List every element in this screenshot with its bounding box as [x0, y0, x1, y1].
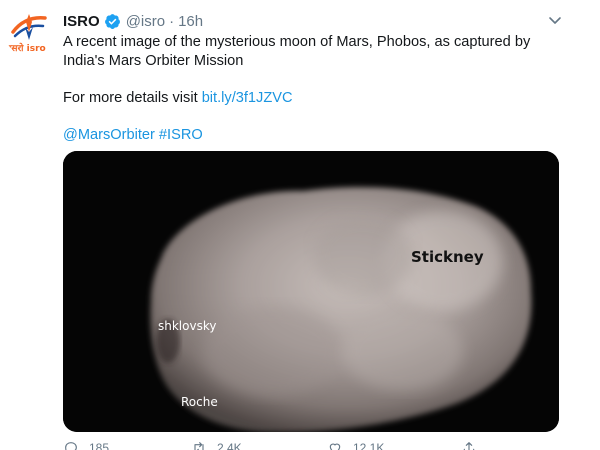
retweet-button[interactable]: 2.4K [191, 440, 242, 450]
logo-text: इसरो isro [6, 42, 46, 54]
avatar[interactable]: इसरो isro [5, 8, 54, 57]
label-stickney: Stickney [411, 248, 484, 266]
tweet-media-image[interactable]: Stickney shklovsky Roche [63, 151, 559, 432]
verified-badge-icon [104, 13, 120, 29]
phobos-photo [63, 151, 559, 432]
tweet-actions: 185 2.4K 12.1K [63, 440, 543, 450]
share-button[interactable] [461, 440, 487, 450]
tweet-tags: @MarsOrbiter #ISRO [63, 126, 563, 145]
short-link[interactable]: bit.ly/3f1JZVC [202, 90, 293, 106]
isro-logo-icon: इसरो isro [5, 8, 54, 57]
separator: · [169, 12, 175, 30]
mention-link[interactable]: @MarsOrbiter [63, 127, 155, 143]
reply-icon [65, 442, 77, 450]
tweet-text-more: For more details visit bit.ly/3f1JZVC [63, 89, 563, 108]
reply-button[interactable]: 185 [63, 440, 109, 450]
like-count: 12.1K [353, 441, 385, 450]
label-roche: Roche [181, 395, 218, 409]
label-shklovsky: shklovsky [158, 319, 217, 333]
share-icon [463, 442, 475, 450]
tweet-card[interactable]: इसरो isro ISRO @isro · 16h A recent imag… [0, 0, 600, 450]
more-details-prefix: For more details visit [63, 90, 202, 106]
tweet-header: ISRO @isro · 16h [63, 11, 203, 31]
chevron-down-icon[interactable] [547, 12, 563, 28]
author-name[interactable]: ISRO [63, 13, 100, 30]
tweet-time[interactable]: 16h [178, 13, 203, 30]
heart-icon [329, 443, 341, 450]
tweet-text-line: A recent image of the mysterious moon of… [63, 34, 531, 69]
tweet-text: A recent image of the mysterious moon of… [63, 33, 563, 145]
retweet-icon [194, 442, 204, 450]
author-handle[interactable]: @isro [126, 13, 165, 30]
retweet-count: 2.4K [217, 441, 242, 450]
like-button[interactable]: 12.1K [327, 440, 384, 450]
reply-count: 185 [89, 441, 110, 450]
hashtag-link[interactable]: #ISRO [159, 127, 203, 143]
